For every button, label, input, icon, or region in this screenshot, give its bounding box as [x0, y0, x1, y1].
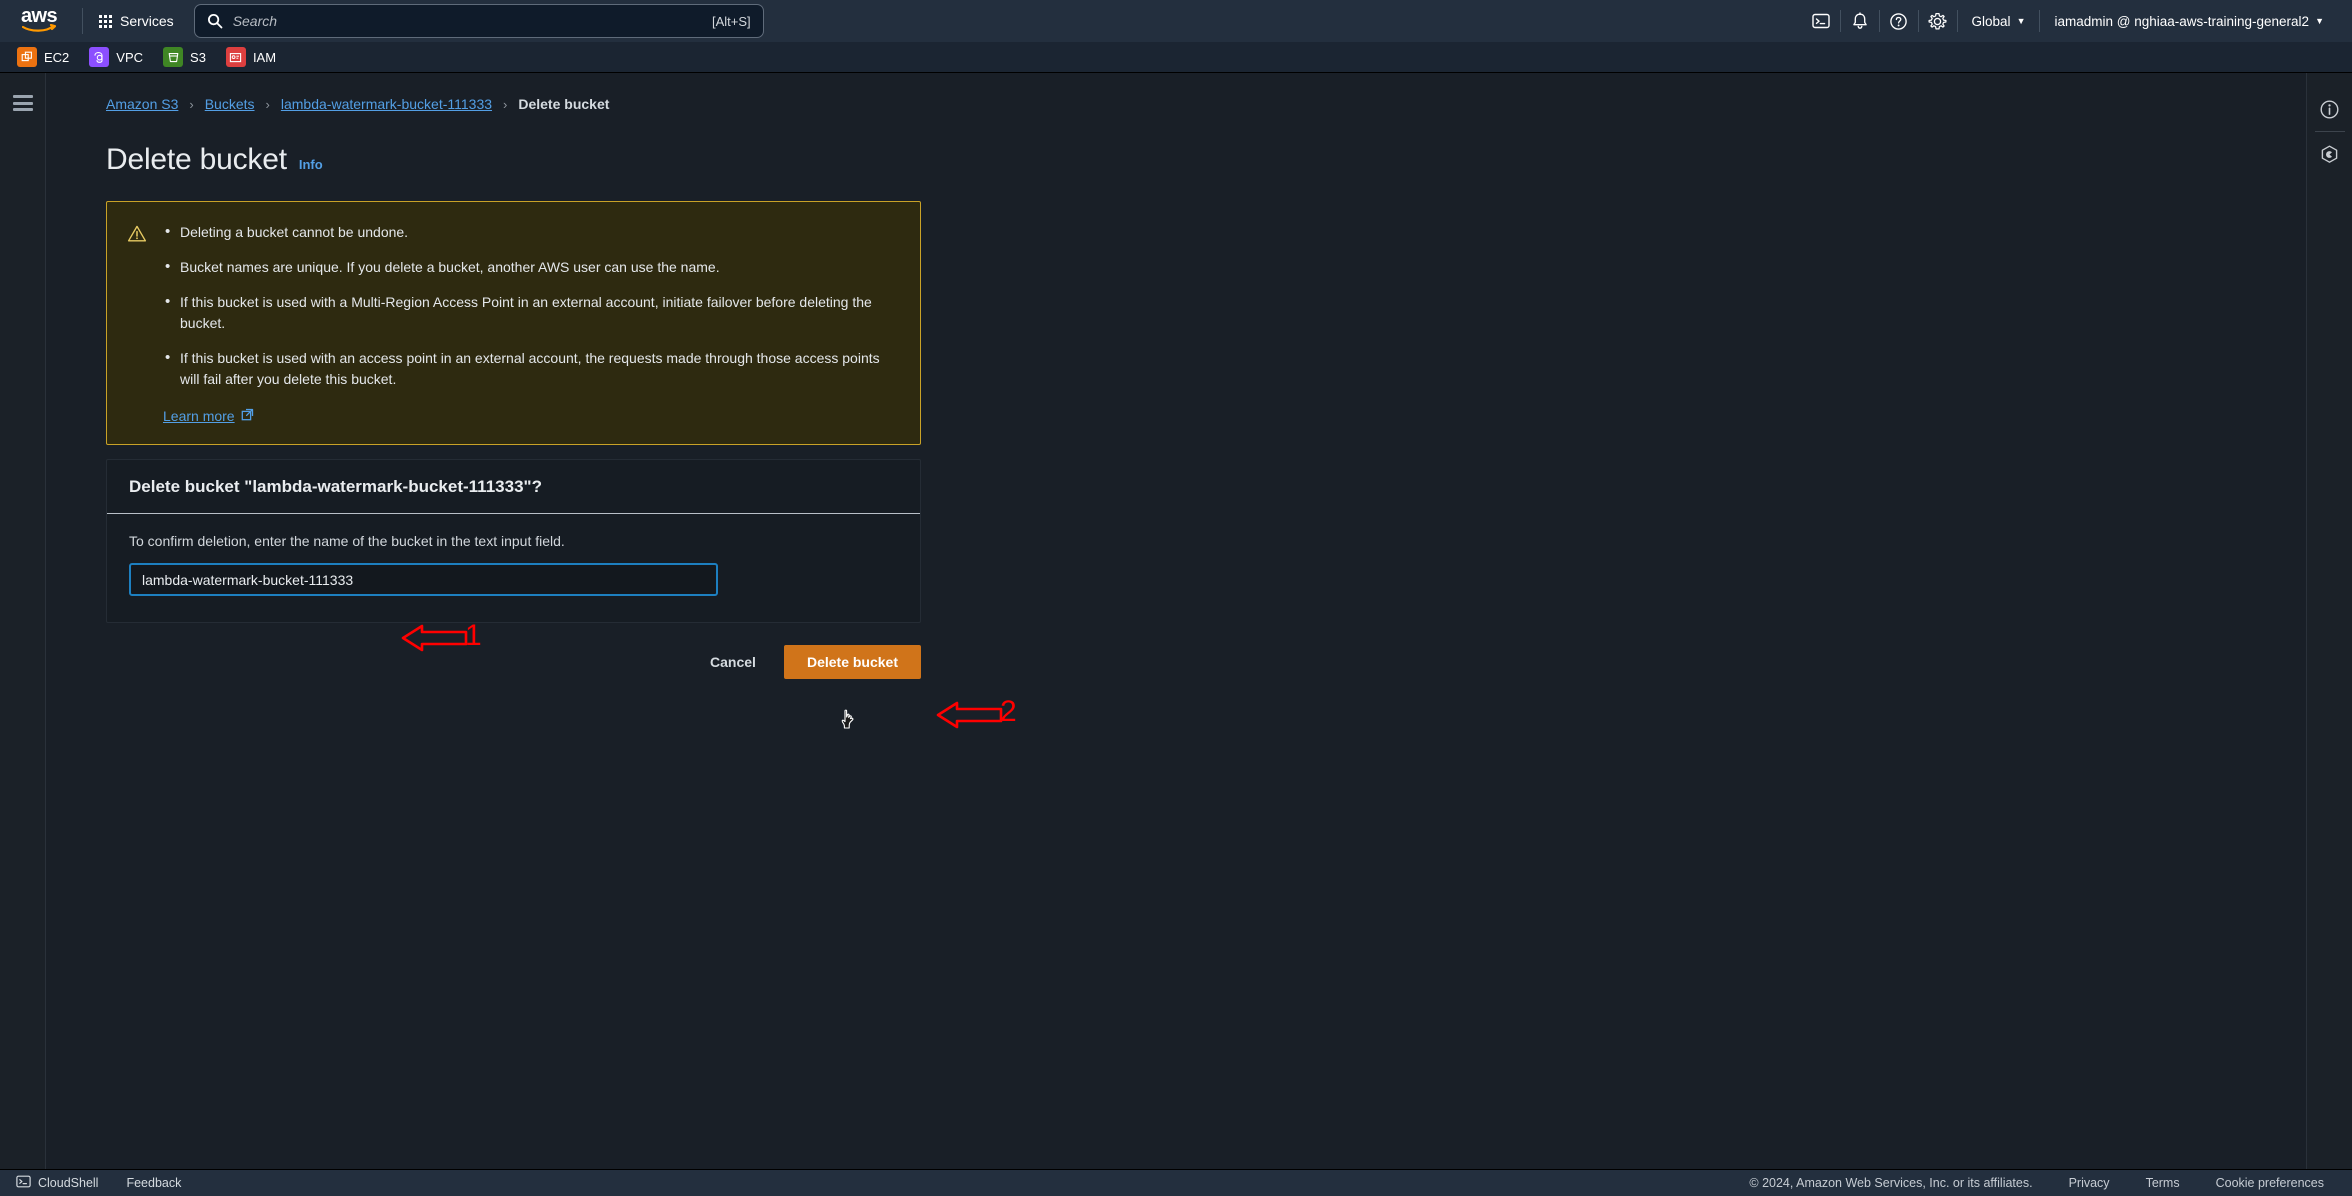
hamburger-menu-icon[interactable] — [12, 95, 33, 111]
region-selector[interactable]: Global ▼ — [1958, 0, 2040, 42]
footer-cookie-link[interactable]: Cookie preferences — [2216, 1176, 2324, 1190]
shortcut-label: VPC — [116, 49, 144, 65]
shortcut-label: S3 — [190, 49, 206, 65]
footer-cloudshell-button[interactable]: CloudShell — [16, 1174, 98, 1192]
search-placeholder: Search — [232, 13, 278, 29]
left-rail — [0, 73, 46, 1169]
footer-terms-link[interactable]: Terms — [2146, 1176, 2180, 1190]
shield-panel-button[interactable] — [2307, 132, 2352, 176]
aws-logo[interactable]: aws — [16, 5, 62, 35]
nav-divider — [82, 8, 83, 34]
vpc-icon — [89, 47, 110, 67]
delete-bucket-button[interactable]: Delete bucket — [783, 645, 921, 679]
footer-privacy-link[interactable]: Privacy — [2069, 1176, 2110, 1190]
alert-content: Deleting a bucket cannot be undone. Buck… — [163, 221, 898, 426]
shortcut-label: IAM — [252, 49, 277, 65]
breadcrumb: Amazon S3 › Buckets › lambda-watermark-b… — [106, 93, 2306, 115]
warning-alert: Deleting a bucket cannot be undone. Buck… — [106, 201, 921, 445]
search-shortcut-hint: [Alt+S] — [712, 13, 751, 29]
footer-feedback-link[interactable]: Feedback — [126, 1176, 181, 1190]
cancel-button[interactable]: Cancel — [698, 646, 768, 678]
alert-bullet: Deleting a bucket cannot be undone. — [163, 221, 898, 243]
grid-icon — [99, 14, 112, 28]
main-content: Amazon S3 › Buckets › lambda-watermark-b… — [46, 73, 2306, 1169]
footer-cloudshell-label: CloudShell — [38, 1176, 99, 1190]
page-body: Amazon S3 › Buckets › lambda-watermark-b… — [0, 73, 2352, 1169]
shortcut-label: EC2 — [44, 49, 70, 65]
mouse-cursor-icon — [841, 709, 854, 729]
service-shortcut-bar: EC2 VPC S3 IAM — [0, 42, 2352, 73]
chevron-right-icon: › — [265, 96, 270, 112]
shortcut-iam[interactable]: IAM — [225, 47, 286, 67]
breadcrumb-item-amazon-s3[interactable]: Amazon S3 — [106, 96, 178, 112]
cloudshell-button[interactable] — [1802, 0, 1840, 42]
info-panel-button[interactable] — [2307, 87, 2352, 131]
account-label: iamadmin @ nghiaa-aws-training-general2 — [2054, 13, 2310, 29]
aws-swoosh-icon — [22, 24, 56, 33]
ec2-icon — [17, 47, 37, 67]
page-footer: CloudShell Feedback © 2024, Amazon Web S… — [0, 1169, 2352, 1196]
form-actions: Cancel Delete bucket — [106, 645, 921, 679]
bucket-name-input[interactable] — [129, 563, 718, 596]
shortcut-s3[interactable]: S3 — [163, 47, 216, 67]
search-icon — [207, 13, 223, 29]
external-link-icon — [241, 408, 254, 424]
alert-bullet-list: Deleting a bucket cannot be undone. Buck… — [163, 221, 898, 390]
account-menu[interactable]: iamadmin @ nghiaa-aws-training-general2 … — [2040, 0, 2338, 42]
nav-right-cluster: Global ▼ iamadmin @ nghiaa-aws-training-… — [1802, 0, 2352, 42]
warning-triangle-icon — [127, 224, 147, 244]
breadcrumb-item-current: Delete bucket — [518, 96, 610, 112]
services-label: Services — [120, 13, 174, 29]
settings-button[interactable] — [1919, 0, 1957, 42]
shortcut-vpc[interactable]: VPC — [89, 47, 153, 67]
learn-more-label: Learn more — [163, 408, 235, 424]
alert-bullet: Bucket names are unique. If you delete a… — [163, 256, 898, 278]
chevron-right-icon: › — [189, 96, 194, 112]
alert-bullet: If this bucket is used with a Multi-Regi… — [163, 291, 898, 334]
info-link[interactable]: Info — [299, 157, 323, 172]
chevron-right-icon: › — [503, 96, 508, 112]
learn-more-link[interactable]: Learn more — [163, 408, 254, 424]
page-header: Delete bucket Info — [106, 143, 2306, 177]
card-body: To confirm deletion, enter the name of t… — [107, 514, 920, 622]
page-title: Delete bucket — [106, 143, 287, 176]
card-header: Delete bucket "lambda-watermark-bucket-1… — [107, 460, 920, 514]
shortcut-ec2[interactable]: EC2 — [17, 47, 79, 67]
footer-copyright: © 2024, Amazon Web Services, Inc. or its… — [1749, 1176, 2033, 1190]
aws-wordmark: aws — [20, 5, 58, 27]
iam-icon — [225, 47, 246, 67]
breadcrumb-item-buckets[interactable]: Buckets — [205, 96, 255, 112]
terminal-icon — [16, 1174, 31, 1192]
breadcrumb-item-bucket[interactable]: lambda-watermark-bucket-111333 — [281, 96, 492, 112]
footer-right: © 2024, Amazon Web Services, Inc. or its… — [1749, 1176, 2352, 1190]
global-search-bar[interactable]: Search [Alt+S] — [193, 4, 764, 38]
confirm-delete-card: Delete bucket "lambda-watermark-bucket-1… — [106, 459, 921, 623]
region-label: Global — [1971, 13, 2011, 29]
services-menu-button[interactable]: Services — [89, 7, 184, 35]
annotation-number-2: 2 — [1000, 695, 1017, 728]
notifications-button[interactable] — [1841, 0, 1879, 42]
confirm-helper-text: To confirm deletion, enter the name of t… — [129, 533, 565, 549]
card-heading: Delete bucket "lambda-watermark-bucket-1… — [129, 477, 542, 496]
annotation-number-1: 1 — [465, 619, 482, 652]
help-button[interactable] — [1880, 0, 1918, 42]
chevron-down-icon: ▼ — [2315, 15, 2324, 26]
footer-left: CloudShell Feedback — [0, 1174, 181, 1192]
top-navigation-bar: aws Services Search [Alt+S] Global ▼ iam… — [0, 0, 2352, 42]
right-rail — [2306, 73, 2352, 1169]
s3-bucket-icon — [163, 47, 184, 67]
alert-bullet: If this bucket is used with an access po… — [163, 347, 898, 390]
chevron-down-icon: ▼ — [2016, 15, 2026, 26]
